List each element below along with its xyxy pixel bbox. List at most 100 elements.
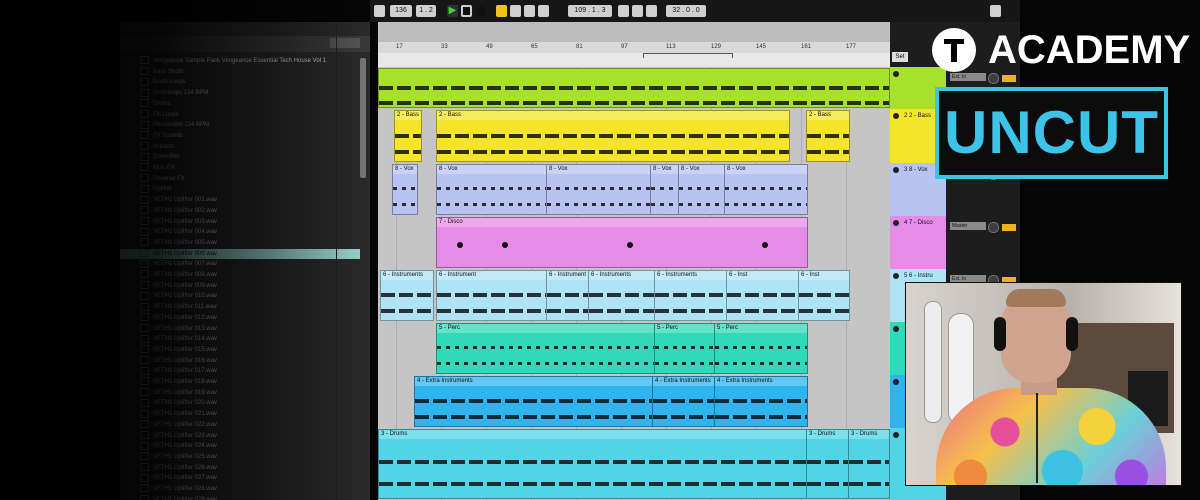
beat-time-ruler[interactable]: 173349658197113129145161177193 (378, 42, 890, 53)
fold-icon[interactable] (893, 167, 899, 173)
browser-item[interactable]: VETH1 Uplifter 007.wav (120, 259, 360, 269)
browser-item[interactable]: VETH1 Uplifter 019.wav (120, 388, 360, 398)
loop-ruler[interactable] (378, 53, 890, 67)
fold-icon[interactable] (893, 220, 899, 226)
arrangement-clip[interactable]: 8 - Vox (724, 164, 808, 215)
browser-item[interactable]: VETH1 Uplifter 028.wav (120, 484, 360, 494)
mixer-track-header[interactable]: 4 7 - Disco (890, 216, 946, 270)
fold-icon[interactable] (893, 71, 899, 77)
browser-item[interactable]: Drums (120, 99, 360, 109)
track-lane[interactable]: 4 - Extra Instruments 4 - Extra Instrumen… (378, 375, 890, 429)
browser-item[interactable]: VETH1 Uplifter 015.wav (120, 345, 360, 355)
browser-scrollbar[interactable] (360, 58, 366, 178)
arrangement-clip[interactable]: 8 - Vox (436, 164, 548, 215)
overdub-button[interactable] (524, 5, 535, 17)
browser-item[interactable]: Impacts (120, 142, 360, 152)
browser-item[interactable]: Uplifter (120, 184, 360, 194)
automation-button[interactable] (538, 5, 549, 17)
volume-knob[interactable] (988, 73, 999, 84)
browser-item[interactable]: VETH1 Uplifter 005.wav (120, 238, 360, 248)
arrangement-clip[interactable]: 6 - Instruments (588, 270, 656, 321)
browser-item[interactable]: VETH1 Uplifter 010.wav (120, 291, 360, 301)
browser-item[interactable]: VETH1 Uplifter 011.wav (120, 302, 360, 312)
browser-item[interactable]: VETH1 Uplifter 017.wav (120, 366, 360, 376)
input-select[interactable]: Master (950, 222, 986, 230)
track-name[interactable]: 2 2 - Bass (904, 113, 931, 119)
browser-item[interactable]: Drum Loops (120, 77, 360, 87)
browser-item[interactable]: VETH1 Uplifter 014.wav (120, 334, 360, 344)
track-lane[interactable]: 7 - Disco (378, 216, 890, 270)
track-lane[interactable]: 8 - Vox 8 - Vox 8 - Vox 8 - Vox 8 - Vox 8 - V… (378, 163, 890, 217)
fold-icon[interactable] (893, 326, 899, 332)
arrangement-clip[interactable]: 4 - Extra Instruments (414, 376, 654, 427)
loop-length-field[interactable]: 32 . 0 . 0 (666, 5, 706, 17)
browser-item[interactable]: VETH1 Uplifter 023.wav (120, 430, 360, 441)
browser-search-input[interactable] (330, 38, 360, 48)
browser-item[interactable]: VETH1 Uplifter 022.wav (120, 420, 360, 430)
tap-tempo-button[interactable] (374, 5, 385, 17)
track-lane[interactable]: 3 - Drums 3 - Drums 3 - Drums (378, 428, 890, 500)
browser-item[interactable]: VETH1 Uplifter 004.wav (120, 227, 360, 237)
punch-in-button[interactable] (618, 5, 629, 17)
arrangement-clip[interactable]: 8 - Vox (650, 164, 680, 215)
browser-item[interactable]: VETH1 Uplifter 024.wav (120, 441, 360, 451)
arrangement-clip[interactable]: 6 - Inst (798, 270, 850, 321)
arrangement-clip[interactable]: 6 - Instruments (654, 270, 728, 321)
browser-item[interactable]: VETH1 Uplifter 021.wav (120, 409, 360, 419)
arrangement-clip[interactable]: 2 - Bass (806, 110, 850, 162)
key-map-button[interactable] (990, 5, 1001, 17)
arrangement-clip[interactable]: 6 - Inst (726, 270, 800, 321)
browser-item[interactable]: VETH1 Uplifter 008.wav (120, 270, 360, 280)
browser-item[interactable]: VETH1 Uplifter 016.wav (120, 356, 360, 366)
arrangement-clip[interactable]: 6 - Instrument (546, 270, 590, 321)
browser-item[interactable]: Downlifter (120, 152, 360, 162)
browser-item[interactable]: Fill Loops (120, 109, 360, 120)
browser-item[interactable]: Bass Shots (120, 67, 360, 77)
browser-item[interactable]: VETH1 Uplifter 009.wav (120, 281, 360, 291)
punch-out-button[interactable] (646, 5, 657, 17)
arrangement-clip[interactable]: 5 - Perc (714, 323, 808, 374)
browser-item[interactable]: Misc FX (120, 163, 360, 173)
browser-item[interactable]: VETH1 Uplifter 027.wav (120, 473, 360, 483)
arrangement-clip[interactable]: 6 - Instruments (380, 270, 434, 321)
fold-icon[interactable] (893, 113, 899, 119)
browser-item[interactable]: VETH1 Uplifter 029.wav (120, 495, 360, 500)
track-lane[interactable]: 6 - Instruments 6 - Instrument 6 - Instrum… (378, 269, 890, 323)
draw-mode-button[interactable] (510, 5, 521, 17)
arrangement-clip[interactable]: 4 - Extra Instruments (714, 376, 808, 427)
fold-icon[interactable] (893, 432, 899, 438)
browser-item[interactable]: VETH1 Uplifter 026.wav (120, 463, 360, 473)
arrangement-clip[interactable]: 4 - Extra Instruments (652, 376, 716, 427)
arrangement-clip[interactable]: 5 - Perc (436, 323, 656, 374)
arrangement-clip[interactable]: 8 - Vox (678, 164, 726, 215)
follow-button[interactable] (496, 5, 507, 17)
arrangement-clip[interactable]: 2 - Bass (436, 110, 790, 162)
input-select[interactable]: Ext. In (950, 73, 986, 81)
record-button[interactable] (476, 6, 486, 16)
track-name[interactable]: 5 6 - Instru (904, 273, 933, 279)
fold-icon[interactable] (893, 379, 899, 385)
browser-item[interactable]: VETH1 Uplifter 013.wav (120, 323, 360, 334)
browser-item[interactable]: FX Sounds (120, 131, 360, 141)
tempo-field[interactable]: 136 (390, 5, 412, 17)
arrangement-clip[interactable]: 3 - Drums (848, 429, 890, 499)
browser-item[interactable]: Reverse FX (120, 174, 360, 184)
loop-switch-button[interactable] (632, 5, 643, 17)
track-lane[interactable]: 2 - Bass 2 - Bass 2 - Bass (378, 109, 890, 164)
browser-item[interactable]: Vengeance Sample Pack Vengeance Essentia… (120, 56, 360, 66)
track-activator-button[interactable] (1002, 75, 1016, 82)
browser-item[interactable]: VETH1 Uplifter 018.wav (120, 377, 360, 387)
track-name[interactable]: 4 7 - Disco (904, 220, 933, 226)
arrangement-clip[interactable]: 3 - Drums (806, 429, 850, 499)
set-button[interactable]: Set (892, 52, 908, 62)
arrangement-clip[interactable]: 7 - Disco (436, 217, 808, 268)
fold-icon[interactable] (893, 273, 899, 279)
browser-item[interactable]: VETH1 Uplifter 012.wav (120, 313, 360, 323)
track-activator-button[interactable] (1002, 224, 1016, 231)
browser-item[interactable]: VETH1 Uplifter 003.wav (120, 216, 360, 227)
browser-item[interactable]: VETH1 Uplifter 020.wav (120, 398, 360, 408)
browser-item[interactable]: Drumloops 124 BPM (120, 88, 360, 98)
track-lane[interactable]: 5 - Perc 5 - Perc 5 - Perc (378, 322, 890, 376)
track-name[interactable]: 3 8 - Vox (904, 167, 928, 173)
arrangement-clip[interactable]: 3 - Drums (378, 429, 808, 499)
